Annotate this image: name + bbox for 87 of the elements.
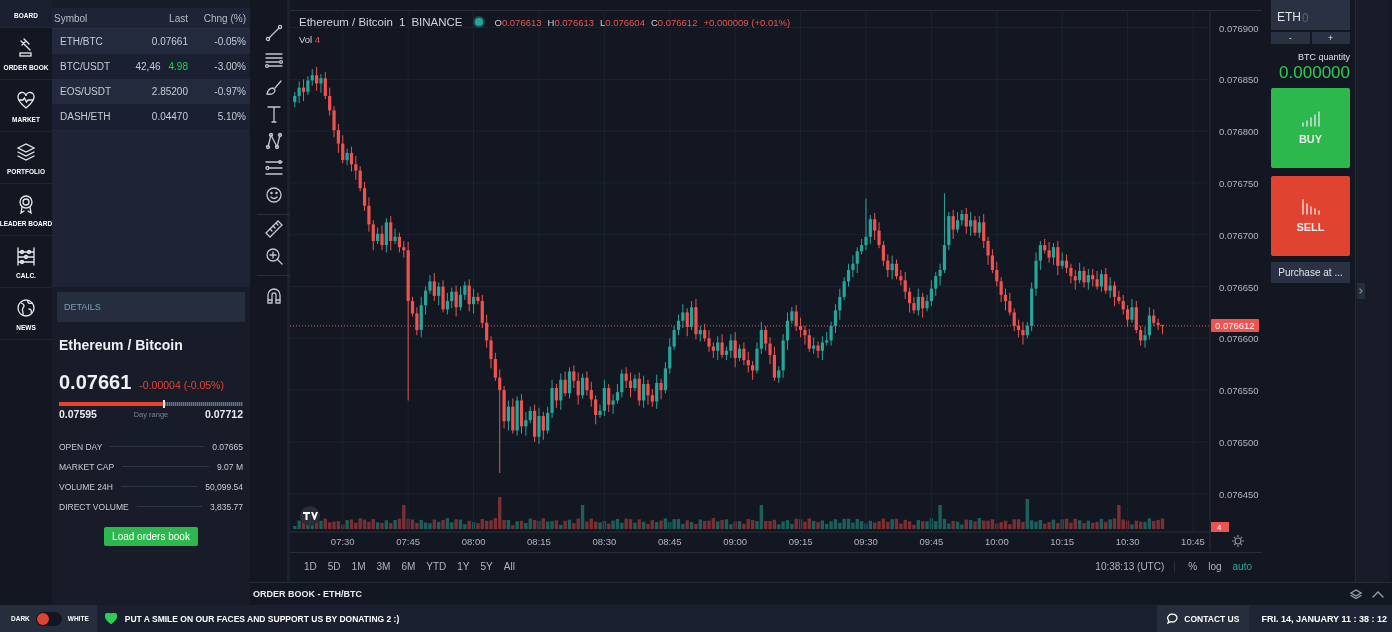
stat-value: 9.07 M xyxy=(217,461,243,472)
time-axis-label: 10:45 xyxy=(1181,536,1205,547)
date-time: FRI. 14, JANUARY 11 : 38 : 12 xyxy=(1249,605,1392,632)
time-axis-label: 07:30 xyxy=(330,536,355,547)
price-axis-label: 0.076850 xyxy=(1219,74,1259,86)
time-axis-label: 09:30 xyxy=(854,536,878,547)
table-cell-text: 2.85200 xyxy=(150,86,189,97)
interval-label: 1 xyxy=(398,16,406,28)
stepper-button[interactable]: + xyxy=(1311,32,1350,44)
price-change: -0.00004 (-0.05%) xyxy=(139,379,224,391)
scale-option[interactable]: log xyxy=(1208,560,1222,572)
table-cell-text: EOS/USDT xyxy=(59,86,113,97)
table-cell-text: -3.00% xyxy=(213,61,247,72)
table-cell-text: BTC/USDT xyxy=(59,61,111,72)
stat-label: OPEN DAY xyxy=(59,441,103,452)
last-price-label: 0.076612 xyxy=(1211,318,1259,332)
stat-label: VOLUME 24H xyxy=(59,481,113,492)
table-cell-text: 42,46 4.98 xyxy=(134,61,189,72)
stat-value: 50,099.54 xyxy=(205,481,243,492)
details-header: DETAILS xyxy=(57,292,245,322)
time-axis-label: 08:15 xyxy=(527,536,551,547)
clock-label: 10:38:13 (UTC) xyxy=(1095,560,1176,572)
price-axis-label: 0.076600 xyxy=(1219,333,1259,345)
time-axis-label: 09:45 xyxy=(919,536,944,547)
column-header: Chng (%) xyxy=(202,12,247,24)
range-high: 0.07712 xyxy=(205,408,243,420)
stepper-button[interactable]: - xyxy=(1271,32,1310,44)
stat-label: DIRECT VOLUME xyxy=(59,501,129,512)
range-button[interactable]: 3M xyxy=(376,560,391,572)
time-axis-label: 07:45 xyxy=(396,536,421,547)
ohlc-value: O0.076613 xyxy=(494,16,542,28)
scale-option[interactable]: auto xyxy=(1232,560,1252,572)
price-axis-label: 0.076900 xyxy=(1219,22,1259,34)
time-axis-label: 10:00 xyxy=(984,536,1009,547)
range-button[interactable]: 6M xyxy=(401,560,416,572)
price-axis-label: 0.076800 xyxy=(1219,126,1259,138)
unit-label: ETH xyxy=(1277,10,1301,24)
stat-value: 3,835.77 xyxy=(209,501,243,512)
time-axis-label: 08:00 xyxy=(461,536,486,547)
quantity-value: 0.000000 xyxy=(1278,63,1350,83)
purchase-button[interactable]: Purchase at ... xyxy=(1271,262,1350,283)
price-axis-label: 0.076500 xyxy=(1219,436,1259,448)
volume-legend: Vol 4 xyxy=(299,34,791,45)
column-header: Last xyxy=(168,12,189,24)
range-button[interactable]: 1M xyxy=(351,560,366,572)
range-button[interactable]: YTD xyxy=(426,560,447,572)
order-book-title: ORDER BOOK - ETH/BTC xyxy=(253,589,363,599)
price-axis-label: 0.076450 xyxy=(1219,488,1259,500)
change-value: +0.000009 (+0.01%) xyxy=(703,16,791,28)
range-button[interactable]: 5D xyxy=(327,560,341,572)
table-cell-text: 0.04470 xyxy=(150,111,189,122)
pair-title: Ethereum / Bitcoin xyxy=(59,337,184,353)
ohlc-value: H0.076613 xyxy=(547,16,594,28)
price-axis-label: 0.076750 xyxy=(1219,177,1259,189)
time-axis-label: 08:45 xyxy=(657,536,682,547)
exchange-label: BINANCE xyxy=(411,16,463,28)
range-button[interactable]: 1Y xyxy=(457,560,470,572)
scale-option[interactable]: % xyxy=(1188,560,1198,572)
range-low: 0.07595 xyxy=(59,408,97,420)
price-axis-label: 0.076650 xyxy=(1219,281,1259,293)
quantity-label: BTC quantity xyxy=(1296,52,1350,62)
range-button[interactable]: All xyxy=(503,560,515,572)
stat-value: 0.07665 xyxy=(212,441,243,452)
price-axis-label: 0.076700 xyxy=(1219,229,1259,241)
stat-label: MARKET CAP xyxy=(59,461,115,472)
ohlc-value: L0.076604 xyxy=(600,16,645,28)
column-header: Symbol xyxy=(53,12,89,24)
range-button[interactable]: 5Y xyxy=(480,560,493,572)
symbol-name: Ethereum / Bitcoin xyxy=(299,16,393,28)
table-cell-text: 0.07661 xyxy=(150,36,189,47)
table-cell-text: DASH/ETH xyxy=(59,111,112,122)
table-cell-text: -0.05% xyxy=(213,36,247,47)
contact-button[interactable]: CONTACT US xyxy=(1157,605,1250,632)
ohlc-value: C0.076612 xyxy=(650,16,698,28)
range-button[interactable]: 1D xyxy=(304,560,317,572)
price-value: 0.07661 xyxy=(59,371,132,394)
time-axis-label: 09:15 xyxy=(788,536,813,547)
table-cell-text: -0.97% xyxy=(213,86,247,97)
time-axis-label: 08:30 xyxy=(592,536,617,547)
table-cell-text: 5.10% xyxy=(216,111,247,122)
time-axis-label: 10:30 xyxy=(1115,536,1140,547)
time-axis-label: 10:15 xyxy=(1050,536,1075,547)
volume-label: 4 xyxy=(1211,522,1229,532)
donation-message: PUT A SMILE ON OUR FACES AND SUPPORT US BY DONATING 2 :) xyxy=(124,613,400,624)
table-cell-text: ETH/BTC xyxy=(59,36,104,47)
time-axis-label: 09:00 xyxy=(723,536,748,547)
price-axis-label: 0.076550 xyxy=(1219,385,1259,397)
